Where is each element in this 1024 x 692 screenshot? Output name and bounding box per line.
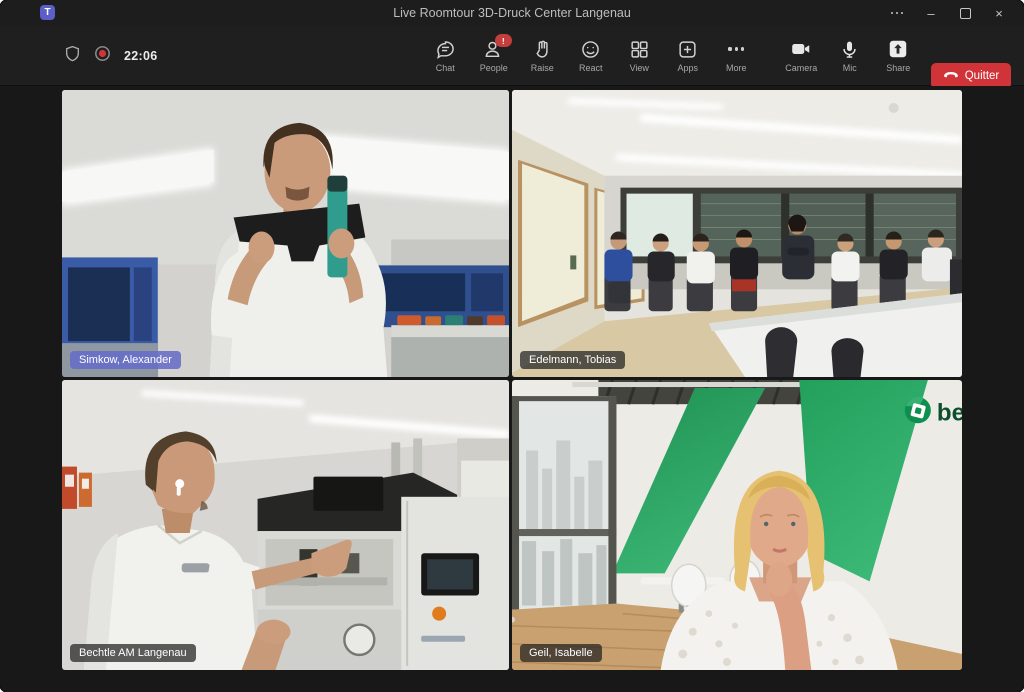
people-label: People: [480, 63, 508, 73]
recording-indicator-icon: [94, 45, 111, 67]
video-scene-green-office-woman: be: [512, 380, 962, 670]
share-button[interactable]: Share: [874, 26, 923, 85]
raise-hand-icon: [531, 38, 553, 60]
more-button[interactable]: More: [712, 26, 761, 85]
react-smiley-icon: [580, 38, 602, 60]
mic-icon: [839, 38, 861, 60]
minimize-button[interactable]: –: [914, 0, 948, 26]
participant-name-label: Simkow, Alexander: [70, 351, 181, 369]
apps-plus-icon: [677, 38, 699, 60]
video-scene-classroom: [512, 90, 962, 377]
view-label: View: [630, 63, 649, 73]
share-label: Share: [886, 63, 910, 73]
people-badge: !: [495, 34, 512, 47]
more-label: More: [726, 63, 747, 73]
video-tile-bechtle-am[interactable]: Bechtle AM Langenau: [62, 380, 509, 670]
bechtle-logo-text: be: [937, 399, 962, 426]
hangup-phone-icon: [943, 70, 959, 83]
meeting-toolbar: 22:06 Chat !: [0, 26, 1024, 86]
react-button[interactable]: React: [567, 26, 616, 85]
share-screen-icon: [887, 38, 909, 60]
teams-meeting-window: T Live Roomtour 3D-Druck Center Langenau…: [0, 0, 1024, 692]
titlebar: T Live Roomtour 3D-Druck Center Langenau…: [0, 0, 1024, 26]
apps-label: Apps: [677, 63, 698, 73]
participant-name-label: Bechtle AM Langenau: [70, 644, 196, 662]
apps-button[interactable]: Apps: [664, 26, 713, 85]
chat-icon: [434, 38, 456, 60]
video-scene-workshop-man: [62, 90, 509, 377]
maximize-button[interactable]: [948, 0, 982, 26]
toolbar-right: Camera Mic Share: [777, 26, 923, 85]
meeting-status-cluster: 22:06: [64, 26, 157, 85]
leave-label: Quitter: [965, 70, 1000, 82]
window-controls: – ×: [880, 0, 1016, 26]
chat-button[interactable]: Chat: [421, 26, 470, 85]
more-dots-icon: [725, 38, 747, 60]
camera-icon: [790, 38, 812, 60]
shield-icon: [64, 45, 81, 67]
mic-button[interactable]: Mic: [826, 26, 875, 85]
close-button[interactable]: ×: [982, 0, 1016, 26]
video-tile-geil[interactable]: be Geil, Isabelle: [512, 380, 962, 670]
chat-label: Chat: [436, 63, 455, 73]
participant-name-label: Geil, Isabelle: [520, 644, 602, 662]
video-tile-simkow[interactable]: Simkow, Alexander: [62, 90, 509, 377]
toolbar-center: Chat ! People Raise: [421, 26, 761, 85]
view-button[interactable]: View: [615, 26, 664, 85]
participant-name-label: Edelmann, Tobias: [520, 351, 625, 369]
video-grid: Simkow, Alexander: [62, 90, 962, 670]
react-label: React: [579, 63, 603, 73]
people-icon: !: [483, 38, 505, 60]
video-tile-edelmann[interactable]: Edelmann, Tobias: [512, 90, 962, 377]
window-title: Live Roomtour 3D-Druck Center Langenau: [0, 0, 1024, 26]
raise-hand-label: Raise: [531, 63, 554, 73]
view-grid-icon: [628, 38, 650, 60]
people-button[interactable]: ! People: [470, 26, 519, 85]
titlebar-more-icon[interactable]: [880, 0, 914, 26]
video-scene-3d-printer: [62, 380, 509, 670]
meeting-timer: 22:06: [124, 49, 157, 63]
camera-button[interactable]: Camera: [777, 26, 826, 85]
video-stage: Simkow, Alexander: [0, 86, 1024, 692]
camera-label: Camera: [785, 63, 817, 73]
raise-hand-button[interactable]: Raise: [518, 26, 567, 85]
mic-label: Mic: [843, 63, 857, 73]
